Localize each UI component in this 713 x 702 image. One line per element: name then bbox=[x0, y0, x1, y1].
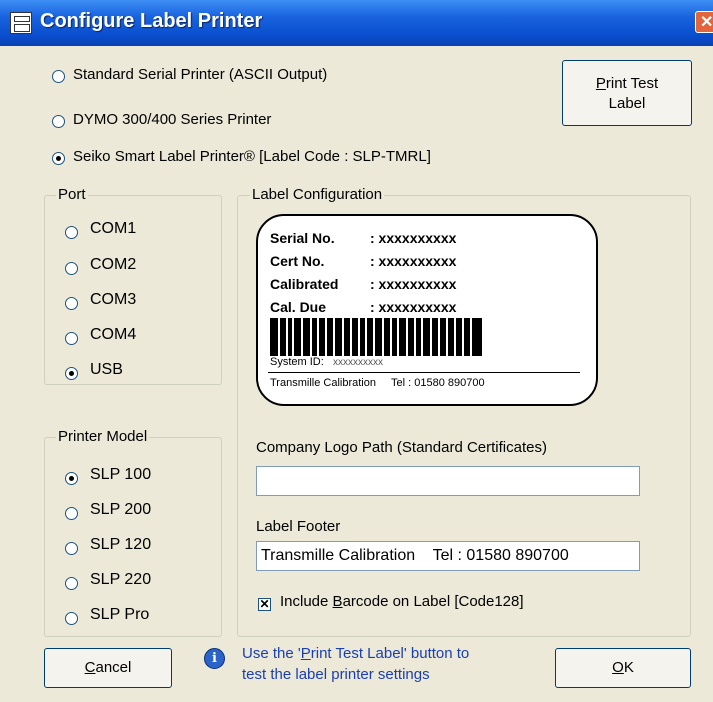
preview-cert-value: : xxxxxxxxxx bbox=[370, 253, 457, 269]
info-text-line2: test the label printer settings bbox=[242, 666, 430, 683]
radio-com2-label[interactable]: COM2 bbox=[90, 256, 136, 274]
radio-usb-label[interactable]: USB bbox=[90, 361, 123, 379]
radio-com2[interactable] bbox=[65, 262, 78, 275]
radio-slp100-label[interactable]: SLP 100 bbox=[90, 466, 151, 484]
radio-com1[interactable] bbox=[65, 226, 78, 239]
logo-path-label: Company Logo Path (Standard Certificates… bbox=[256, 439, 547, 456]
radio-dymo[interactable] bbox=[52, 115, 65, 128]
radio-com3-label[interactable]: COM3 bbox=[90, 291, 136, 309]
radio-dymo-label[interactable]: DYMO 300/400 Series Printer bbox=[73, 111, 271, 128]
radio-standard-serial[interactable] bbox=[52, 70, 65, 83]
radio-standard-serial-label[interactable]: Standard Serial Printer (ASCII Output) bbox=[73, 66, 327, 83]
radio-com4-label[interactable]: COM4 bbox=[90, 326, 136, 344]
window-title: Configure Label Printer bbox=[40, 10, 263, 32]
include-barcode-checkbox[interactable]: ✕ bbox=[258, 598, 271, 611]
radio-slp120[interactable] bbox=[65, 542, 78, 555]
radio-slp200[interactable] bbox=[65, 507, 78, 520]
preview-caldue-value: : xxxxxxxxxx bbox=[370, 299, 457, 315]
radio-slppro[interactable] bbox=[65, 612, 78, 625]
print-test-line2: Label bbox=[608, 95, 646, 112]
info-text-line1: Use the 'Print Test Label' button to bbox=[242, 645, 470, 662]
print-test-line1: Print Test bbox=[595, 75, 659, 92]
label-footer-input[interactable]: Transmille Calibration Tel : 01580 89070… bbox=[256, 541, 640, 571]
preview-serial-value: : xxxxxxxxxx bbox=[370, 230, 457, 246]
preview-calibrated-key: Calibrated bbox=[270, 276, 339, 292]
title-bar[interactable]: Configure Label Printer ✕ bbox=[0, 0, 713, 46]
preview-footer: Transmille Calibration Tel : 01580 89070… bbox=[270, 377, 485, 389]
label-configuration-legend: Label Configuration bbox=[250, 186, 385, 203]
barcode-graphic bbox=[270, 318, 482, 356]
cancel-button[interactable]: Cancel bbox=[44, 648, 172, 688]
radio-slp220-label[interactable]: SLP 220 bbox=[90, 571, 151, 589]
close-button[interactable]: ✕ bbox=[695, 11, 713, 33]
preview-cert-key: Cert No. bbox=[270, 253, 325, 269]
dialog-window: Configure Label Printer ✕ Standard Seria… bbox=[0, 0, 713, 702]
radio-usb[interactable] bbox=[65, 367, 78, 380]
radio-slppro-label[interactable]: SLP Pro bbox=[90, 606, 149, 624]
include-barcode-label[interactable]: Include Barcode on Label [Code128] bbox=[280, 593, 524, 610]
info-icon: i bbox=[204, 648, 225, 669]
preview-system-id-value: xxxxxxxxxx bbox=[333, 357, 383, 368]
preview-serial-key: Serial No. bbox=[270, 230, 335, 246]
radio-slp200-label[interactable]: SLP 200 bbox=[90, 501, 151, 519]
ok-button[interactable]: OK bbox=[555, 648, 691, 688]
preview-system-id-label: System ID: bbox=[270, 356, 324, 368]
label-printer-icon bbox=[10, 12, 32, 34]
port-legend: Port bbox=[56, 186, 88, 203]
radio-slp220[interactable] bbox=[65, 577, 78, 590]
preview-calibrated-value: : xxxxxxxxxx bbox=[370, 276, 457, 292]
label-footer-label: Label Footer bbox=[256, 518, 341, 535]
radio-seiko-label[interactable]: Seiko Smart Label Printer® [Label Code :… bbox=[73, 148, 431, 165]
radio-slp120-label[interactable]: SLP 120 bbox=[90, 536, 151, 554]
preview-caldue-key: Cal. Due bbox=[270, 299, 327, 315]
logo-path-input[interactable] bbox=[256, 466, 640, 496]
print-test-label-button[interactable]: Print Test Label bbox=[562, 60, 692, 126]
radio-com3[interactable] bbox=[65, 297, 78, 310]
radio-seiko[interactable] bbox=[52, 152, 65, 165]
printer-model-legend: Printer Model bbox=[56, 428, 150, 445]
radio-slp100[interactable] bbox=[65, 472, 78, 485]
radio-com1-label[interactable]: COM1 bbox=[90, 220, 136, 238]
radio-com4[interactable] bbox=[65, 332, 78, 345]
preview-divider bbox=[268, 372, 580, 373]
